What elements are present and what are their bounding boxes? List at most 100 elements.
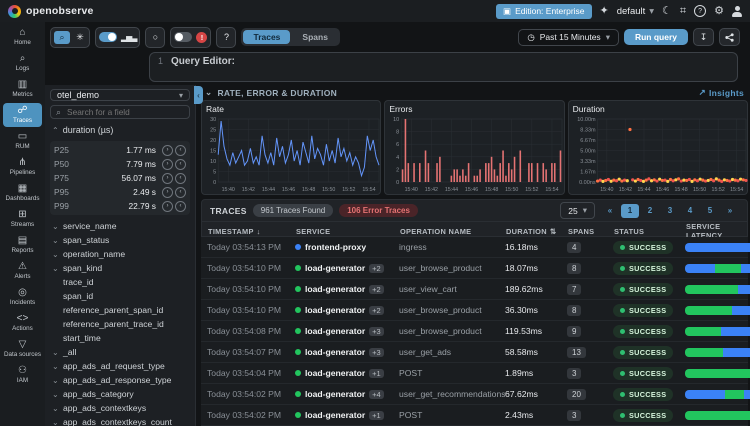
histogram-toggle[interactable] xyxy=(99,32,117,42)
row-service: load-generator +3 xyxy=(295,347,399,357)
page-button[interactable]: 4 xyxy=(681,204,699,218)
exclude-filter-icon[interactable]: ‹ xyxy=(175,173,186,184)
duration-group-header[interactable]: ⌃ duration (µs) xyxy=(50,123,190,137)
page-button[interactable]: 3 xyxy=(661,204,679,218)
field-item[interactable]: ⌄ operation_name xyxy=(50,247,190,261)
field-item[interactable]: reference_parent_trace_id xyxy=(50,317,190,331)
settings-gear-icon[interactable]: ⚙ xyxy=(714,6,724,17)
row-service: load-generator +4 xyxy=(295,389,399,399)
error-traces-badge[interactable]: 106 Error Traces xyxy=(339,204,418,217)
slack-icon[interactable]: ⌗ xyxy=(680,6,686,17)
include-filter-icon[interactable]: › xyxy=(162,173,173,184)
field-item[interactable]: ⌄ app_ads_ad_request_type xyxy=(50,359,190,373)
search-mode-group: ⌕ ✳ xyxy=(50,27,90,48)
page-button[interactable]: « xyxy=(601,204,619,218)
table-row[interactable]: Today 03:54:10 PM load-generator +2 user… xyxy=(201,279,748,300)
field-item[interactable]: ⌄ _all xyxy=(50,345,190,359)
include-filter-icon[interactable]: › xyxy=(162,159,173,170)
field-item[interactable]: ⌄ app_ads_contextkeys_count xyxy=(50,415,190,426)
download-button[interactable]: ↧ xyxy=(693,28,714,46)
exclude-filter-icon[interactable]: ‹ xyxy=(175,159,186,170)
tab-spans[interactable]: Spans xyxy=(292,30,338,44)
table-row[interactable]: Today 03:54:08 PM load-generator +3 user… xyxy=(201,321,748,342)
table-row[interactable]: Today 03:54:13 PM frontend-proxy ingress… xyxy=(201,237,748,258)
field-item[interactable]: trace_id xyxy=(50,275,190,289)
page-size-selector[interactable]: 25 ▾ xyxy=(560,202,595,219)
field-item[interactable]: ⌄ span_status xyxy=(50,233,190,247)
sidebar-item[interactable]: ▽ Data sources xyxy=(3,337,42,361)
toolbar-help-icon[interactable]: ? xyxy=(220,32,232,42)
search-mode-button[interactable]: ⌕ xyxy=(54,31,70,44)
column-service[interactable]: SERVICE xyxy=(296,227,400,236)
sidebar-item[interactable]: ⊞ Streams xyxy=(3,207,42,231)
duration-chart[interactable]: 0.00ns1.67m3.33m5.00m6.67m8.33m10.00m15:… xyxy=(573,115,743,193)
sidebar-item[interactable]: ▥ Metrics xyxy=(3,77,42,101)
column-duration[interactable]: DURATION⇅ xyxy=(506,227,568,236)
errors-chart[interactable]: 024681015:4015:4215:4415:4615:4815:5015:… xyxy=(389,115,559,193)
table-row[interactable]: Today 03:54:07 PM load-generator +3 user… xyxy=(201,342,748,363)
field-item[interactable]: start_time xyxy=(50,331,190,345)
sidebar-item[interactable]: ⌕ Logs xyxy=(3,51,42,75)
table-row[interactable]: Today 03:54:10 PM load-generator +2 user… xyxy=(201,300,748,321)
stream-selector[interactable]: otel_demo ▾ xyxy=(50,89,190,101)
include-filter-icon[interactable]: › xyxy=(162,187,173,198)
exclude-filter-icon[interactable]: ‹ xyxy=(175,187,186,198)
status-badge: SUCCESS xyxy=(613,241,673,254)
field-search[interactable]: ⌕ xyxy=(50,105,190,119)
insights-link[interactable]: ↗ Insights xyxy=(699,87,744,98)
page-button[interactable]: 1 xyxy=(621,204,639,218)
page-button[interactable]: 2 xyxy=(641,204,659,218)
sparkle-icon[interactable]: ✦ xyxy=(600,6,609,17)
auto-refresh-icon[interactable]: ○ xyxy=(149,32,161,42)
field-item[interactable]: ⌄ app_ads_contextkeys xyxy=(50,401,190,415)
user-profile-icon[interactable] xyxy=(732,6,742,17)
page-button[interactable]: 5 xyxy=(701,204,719,218)
rate-chart[interactable]: 05101520253015:4015:4215:4415:4615:4815:… xyxy=(206,115,376,193)
table-row[interactable]: Today 03:54:02 PM load-generator +1 POST… xyxy=(201,405,748,426)
time-range-selector[interactable]: ◷ Past 15 Minutes ▾ xyxy=(518,29,619,46)
sidebar-item[interactable]: ▤ Reports xyxy=(3,233,42,257)
field-item[interactable]: span_id xyxy=(50,289,190,303)
exclude-filter-icon[interactable]: ‹ xyxy=(175,201,186,212)
field-item[interactable]: ⌄ app_ads_ad_response_type xyxy=(50,373,190,387)
column-spans[interactable]: SPANS xyxy=(568,227,614,236)
field-item[interactable]: ⌄ service_name xyxy=(50,219,190,233)
org-selector[interactable]: default ▾ xyxy=(617,6,654,17)
include-filter-icon[interactable]: › xyxy=(162,201,173,212)
theme-moon-icon[interactable]: ☾ xyxy=(662,6,672,17)
column-operation-name[interactable]: OPERATION NAME xyxy=(400,227,506,236)
include-filter-icon[interactable]: › xyxy=(162,145,173,156)
sidebar-item[interactable]: ☍ Traces xyxy=(3,103,42,127)
tab-traces[interactable]: Traces xyxy=(243,30,290,44)
row-operation: POST xyxy=(399,410,505,420)
chevron-down-icon: ▾ xyxy=(179,91,183,100)
sidebar-item[interactable]: ▭ RUM xyxy=(3,129,42,153)
errors-only-toggle[interactable] xyxy=(174,32,192,42)
column-timestamp[interactable]: TIMESTAMP↓ xyxy=(208,227,296,236)
chevron-down-icon[interactable]: ⌄ xyxy=(205,87,212,98)
run-query-button[interactable]: Run query xyxy=(624,29,688,45)
sidebar-item[interactable]: ◎ Incidents xyxy=(3,285,42,309)
table-row[interactable]: Today 03:54:10 PM load-generator +2 user… xyxy=(201,258,748,279)
sidebar-item[interactable]: ⋔ Pipelines xyxy=(3,155,42,179)
sidebar-item[interactable]: ⚠ Alerts xyxy=(3,259,42,283)
field-item[interactable]: ⌄ app_ads_category xyxy=(50,387,190,401)
field-item[interactable]: reference_parent_span_id xyxy=(50,303,190,317)
table-row[interactable]: Today 03:54:02 PM load-generator +4 user… xyxy=(201,384,748,405)
sidebar-item[interactable]: ⚇ IAM xyxy=(3,363,42,387)
share-button[interactable] xyxy=(719,28,740,46)
sidebar-item[interactable]: <> Actions xyxy=(3,311,42,335)
query-editor[interactable]: 1 Query Editor: xyxy=(149,52,738,82)
exclude-filter-icon[interactable]: ‹ xyxy=(175,145,186,156)
service-color-dot xyxy=(295,286,301,292)
collapse-fields-panel-button[interactable]: ‹ xyxy=(194,86,203,104)
help-icon[interactable]: ? xyxy=(694,5,706,17)
page-button[interactable]: » xyxy=(721,204,739,218)
table-row[interactable]: Today 03:54:04 PM load-generator +1 POST… xyxy=(201,363,748,384)
column-status[interactable]: STATUS xyxy=(614,227,686,236)
sidebar-item[interactable]: ⌂ Home xyxy=(3,25,42,49)
field-search-input[interactable] xyxy=(65,106,184,118)
syntax-guide-button[interactable]: ✳ xyxy=(74,32,86,43)
sidebar-item[interactable]: ▦ Dashboards xyxy=(3,181,42,205)
field-item[interactable]: ⌄ span_kind xyxy=(50,261,190,275)
